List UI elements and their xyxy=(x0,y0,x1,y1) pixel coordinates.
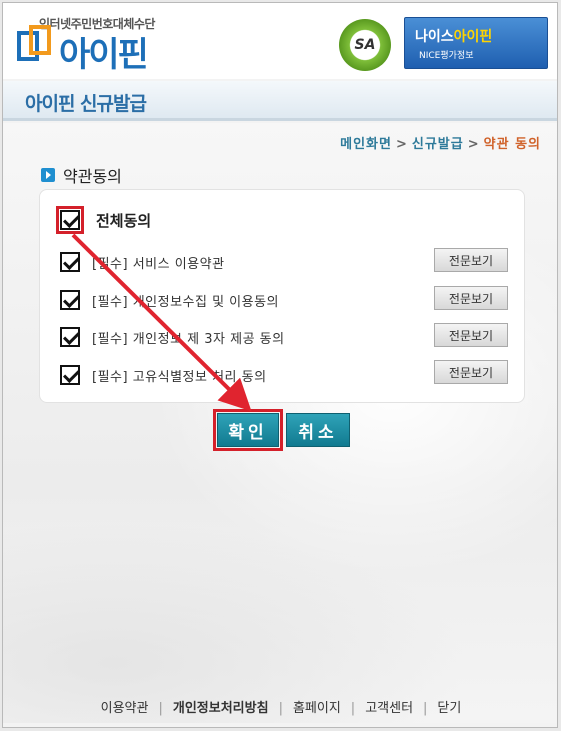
view-full-button-service[interactable]: 전문보기 xyxy=(434,248,508,272)
nice-ipin-banner[interactable]: 나이스아이핀 NICE평가정보 xyxy=(404,17,548,69)
nice-banner-title: 나이스아이핀 xyxy=(415,29,493,45)
breadcrumb: 메인화면 > 신규발급 > 약관 동의 xyxy=(340,133,541,152)
breadcrumb-separator: > xyxy=(395,137,408,152)
agreement-row[interactable]: [필수] 서비스 이용약관 xyxy=(60,252,225,272)
agreement-label: [필수] 고유식별정보 처리 동의 xyxy=(92,369,267,385)
footer-terms-link[interactable]: 이용약관 xyxy=(91,701,159,716)
agreement-label: [필수] 개인정보수집 및 이용동의 xyxy=(92,294,280,310)
agree-all-checkbox[interactable] xyxy=(60,210,80,230)
breadcrumb-separator: > xyxy=(467,137,480,152)
confirm-highlight: 확인 xyxy=(213,409,283,451)
agreement-checkbox-collection[interactable] xyxy=(60,290,80,310)
sa-certification-badge: SA xyxy=(339,19,391,71)
agreement-checkbox-third-party[interactable] xyxy=(60,327,80,347)
confirm-button[interactable]: 확인 xyxy=(217,413,279,447)
page-title: 아이핀 신규발급 xyxy=(25,93,147,115)
agree-all-row[interactable]: 전체동의 xyxy=(56,206,151,234)
view-full-button-third-party[interactable]: 전문보기 xyxy=(434,323,508,347)
badge-label: SA xyxy=(354,37,376,53)
play-bullet-icon xyxy=(41,168,55,182)
breadcrumb-current: 약관 동의 xyxy=(483,137,541,152)
section-title: 약관동의 xyxy=(63,167,122,186)
header: 인터넷주민번호대체수단 아이핀 SA 나이스아이핀 NICE평가정보 xyxy=(3,3,557,79)
agreement-row[interactable]: [필수] 개인정보수집 및 이용동의 xyxy=(60,290,279,310)
footer-home-link[interactable]: 홈페이지 xyxy=(283,701,351,716)
nice-banner-subtitle: NICE평가정보 xyxy=(419,51,474,61)
footer-links: 이용약관 | 개인정보처리방침 | 홈페이지 | 고객센터 | 닫기 xyxy=(3,697,557,716)
logo-text: 아이핀 xyxy=(59,35,149,75)
agree-all-highlight xyxy=(56,206,84,234)
view-full-button-collection[interactable]: 전문보기 xyxy=(434,286,508,310)
agree-all-label: 전체동의 xyxy=(96,211,152,230)
breadcrumb-step[interactable]: 신규발급 xyxy=(412,137,464,152)
view-full-button-unique-id[interactable]: 전문보기 xyxy=(434,360,508,384)
section-heading: 약관동의 xyxy=(41,163,122,187)
agreement-row[interactable]: [필수] 개인정보 제 3자 제공 동의 xyxy=(60,327,285,347)
agreement-label: [필수] 개인정보 제 3자 제공 동의 xyxy=(92,331,285,347)
footer-privacy-link[interactable]: 개인정보처리방침 xyxy=(163,701,279,716)
footer-close-link[interactable]: 닫기 xyxy=(427,701,471,716)
agreement-box: 전체동의 [필수] 서비스 이용약관 전문보기 [필수] 개인정보수집 및 이용… xyxy=(39,189,525,403)
cancel-button[interactable]: 취소 xyxy=(286,413,350,447)
agreement-label: [필수] 서비스 이용약관 xyxy=(92,256,225,272)
page-title-bar: 아이핀 신규발급 xyxy=(3,81,557,121)
popup-window: 인터넷주민번호대체수단 아이핀 SA 나이스아이핀 NICE평가정보 아이핀 신… xyxy=(2,2,558,728)
agreement-checkbox-service[interactable] xyxy=(60,252,80,272)
footer-support-link[interactable]: 고객센터 xyxy=(355,701,423,716)
ipin-logo-icon xyxy=(17,25,51,61)
agreement-row[interactable]: [필수] 고유식별정보 처리 동의 xyxy=(60,365,267,385)
agreement-checkbox-unique-id[interactable] xyxy=(60,365,80,385)
breadcrumb-home[interactable]: 메인화면 xyxy=(340,137,392,152)
